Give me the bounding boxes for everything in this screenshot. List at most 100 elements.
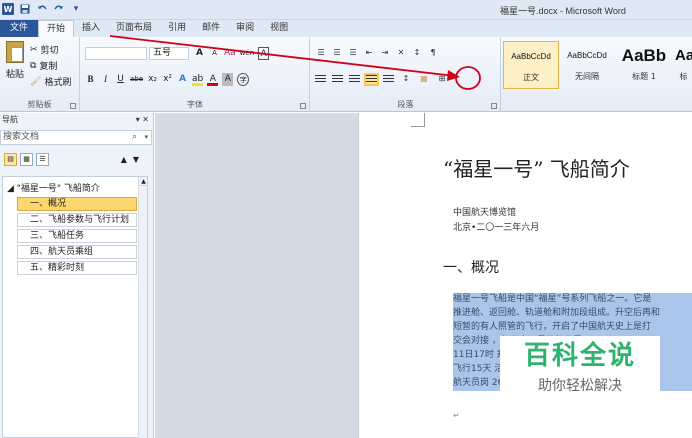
nav-item-highlights[interactable]: 五、精彩时刻 bbox=[17, 261, 137, 275]
tab-insert[interactable]: 插入 bbox=[74, 20, 108, 37]
italic-button[interactable]: I bbox=[100, 73, 111, 86]
line-spacing-button[interactable]: ↕ bbox=[400, 73, 412, 85]
headings-view-icon[interactable]: ▤ bbox=[4, 153, 17, 166]
paragraph-launcher[interactable] bbox=[491, 103, 497, 109]
multilevel-list-button[interactable]: ☰ bbox=[347, 47, 359, 59]
cut-label: 剪切 bbox=[40, 46, 59, 56]
style-heading-2-sample: Aa bbox=[675, 47, 692, 64]
watermark-subtitle: 助你轻松解决 bbox=[538, 378, 622, 394]
copy-button[interactable]: ⧉ 复制 bbox=[30, 59, 58, 73]
bullets-button[interactable]: ☰ bbox=[315, 47, 327, 59]
format-painter-button[interactable]: 🖌 格式刷 bbox=[30, 75, 71, 89]
copy-label: 复制 bbox=[39, 62, 58, 72]
sort-button[interactable]: ↕ bbox=[411, 47, 423, 59]
tree-root-heading[interactable]: ◢ "福星一号" 飞船简介 bbox=[7, 181, 100, 194]
nav-view-tabs: ▤ ▦ ☰ bbox=[4, 153, 49, 166]
distributed-button[interactable] bbox=[383, 74, 394, 84]
redo-icon[interactable] bbox=[53, 3, 65, 15]
strikethrough-button[interactable]: abe bbox=[130, 73, 143, 86]
nav-pane-close-icon[interactable]: ▾ ✕ bbox=[136, 113, 149, 126]
style-heading-1-name: 标题 1 bbox=[632, 72, 656, 81]
style-no-spacing-name: 无间隔 bbox=[575, 72, 599, 81]
char-shading-button[interactable]: A bbox=[222, 73, 234, 86]
style-heading-1-sample: AaBb bbox=[621, 46, 667, 65]
scroll-up-icon[interactable]: ▲ bbox=[139, 177, 148, 186]
shrink-font-button[interactable]: A bbox=[209, 47, 220, 60]
nav-tree-scrollbar[interactable]: ▲ bbox=[138, 177, 148, 438]
font-launcher[interactable] bbox=[300, 103, 306, 109]
nav-item-overview[interactable]: 一、概况 bbox=[17, 197, 137, 211]
customize-qat-icon[interactable]: ▾ bbox=[70, 3, 82, 15]
subscript-button[interactable]: x₂ bbox=[147, 73, 158, 86]
style-heading-1[interactable]: AaBb 标题 1 bbox=[615, 41, 673, 89]
align-center-button[interactable] bbox=[332, 74, 343, 84]
ribbon: 粘贴 ✂ 剪切 ⧉ 复制 🖌 格式刷 剪贴板 五号 A A Aa wén A B… bbox=[0, 37, 692, 112]
font-color-button[interactable]: A bbox=[207, 73, 219, 86]
tab-references[interactable]: 引用 bbox=[160, 20, 194, 37]
collapse-triangle-icon[interactable]: ◢ bbox=[7, 184, 17, 194]
grow-font-button[interactable]: A bbox=[194, 47, 205, 60]
paragraph-group: ☰ ☰ ☰ ⇤ ⇥ ✕ ↕ ¶ ↕ ▦ ⊞ 段落 bbox=[311, 37, 501, 112]
style-normal-sample: AaBbCcDd bbox=[511, 52, 551, 61]
cut-button[interactable]: ✂ 剪切 bbox=[30, 43, 59, 57]
phonetic-guide-button[interactable]: wén bbox=[240, 47, 254, 60]
nav-heading-tree: ◢ "福星一号" 飞船简介 一、概况 二、飞船参数与飞行计划 三、飞船任务 四、… bbox=[2, 176, 148, 438]
style-normal-name: 正文 bbox=[523, 73, 539, 82]
pages-view-icon[interactable]: ▦ bbox=[20, 153, 33, 166]
nav-item-mission[interactable]: 三、飞船任务 bbox=[17, 229, 137, 243]
font-group: 五号 A A Aa wén A B I U abe x₂ x² A ab A A… bbox=[81, 37, 310, 112]
borders-button[interactable]: ⊞ bbox=[436, 73, 448, 85]
clipboard-launcher[interactable] bbox=[70, 103, 76, 109]
nav-search-placeholder: 搜索文档 bbox=[3, 132, 40, 142]
word-logo-icon: W bbox=[2, 3, 14, 15]
decrease-indent-button[interactable]: ⇤ bbox=[363, 47, 375, 59]
style-no-spacing[interactable]: AaBbCcDd 无间隔 bbox=[561, 41, 613, 89]
chevron-down-icon[interactable]: ▾ bbox=[144, 131, 148, 144]
nav-item-crew[interactable]: 四、航天员乘组 bbox=[17, 245, 137, 259]
nav-item-params[interactable]: 二、飞船参数与飞行计划 bbox=[17, 213, 137, 227]
enclose-char-button[interactable]: 字 bbox=[237, 73, 250, 86]
justify-button[interactable] bbox=[364, 72, 379, 86]
tab-file[interactable]: 文件 bbox=[0, 20, 39, 37]
paragraph-mark: ↵ bbox=[453, 411, 460, 420]
search-icon[interactable]: ⌕ bbox=[132, 131, 137, 144]
style-heading-2-name: 标 bbox=[679, 72, 688, 81]
shading-button[interactable]: ▦ bbox=[418, 73, 430, 85]
font-group-label: 字体 bbox=[187, 100, 203, 109]
styles-gallery: AaBbCcDd 正文 AaBbCcDd 无间隔 AaBb 标题 1 Aa 标 bbox=[503, 41, 692, 99]
font-name-box[interactable] bbox=[85, 47, 147, 60]
tab-home[interactable]: 开始 bbox=[38, 20, 75, 37]
tab-view[interactable]: 视图 bbox=[262, 20, 296, 37]
numbering-button[interactable]: ☰ bbox=[331, 47, 343, 59]
save-icon[interactable] bbox=[19, 3, 31, 15]
clear-format-button[interactable]: Aa bbox=[224, 47, 236, 60]
align-left-button[interactable] bbox=[315, 74, 326, 84]
body-line: 推进舱、返回舱、轨道舱和附加段组成。升空后再和 bbox=[453, 307, 692, 321]
results-view-icon[interactable]: ☰ bbox=[36, 153, 49, 166]
nav-prev-next[interactable]: ▲▼ bbox=[121, 155, 145, 164]
text-effect-button[interactable]: A bbox=[177, 73, 188, 86]
tab-mailings[interactable]: 邮件 bbox=[194, 20, 228, 37]
style-normal[interactable]: AaBbCcDd 正文 bbox=[503, 41, 559, 89]
highlight-button[interactable]: ab bbox=[192, 73, 204, 86]
nav-search-input[interactable]: 搜索文档 ⌕ ▾ bbox=[0, 130, 152, 145]
underline-button[interactable]: U bbox=[115, 73, 126, 86]
font-size-box[interactable]: 五号 bbox=[149, 47, 189, 60]
align-right-button[interactable] bbox=[349, 74, 360, 84]
char-border-button[interactable]: A bbox=[258, 47, 270, 60]
tab-page-layout[interactable]: 页面布局 bbox=[108, 20, 160, 37]
document-date: 北京•二〇一三年六月 bbox=[453, 223, 540, 233]
show-marks-button[interactable]: ¶ bbox=[427, 47, 439, 59]
undo-icon[interactable] bbox=[36, 3, 48, 15]
paste-label: 粘贴 bbox=[5, 70, 24, 80]
paste-button[interactable]: 粘贴 bbox=[4, 41, 26, 87]
copy-icon: ⧉ bbox=[30, 60, 37, 71]
style-heading-2[interactable]: Aa 标 bbox=[675, 41, 692, 89]
increase-indent-button[interactable]: ⇥ bbox=[379, 47, 391, 59]
section-heading: 一、概况 bbox=[443, 260, 499, 276]
brush-icon: 🖌 bbox=[30, 76, 42, 87]
tab-review[interactable]: 审阅 bbox=[228, 20, 262, 37]
chinese-layout-button[interactable]: ✕ bbox=[395, 47, 407, 59]
superscript-button[interactable]: x² bbox=[162, 73, 173, 86]
bold-button[interactable]: B bbox=[85, 73, 96, 86]
